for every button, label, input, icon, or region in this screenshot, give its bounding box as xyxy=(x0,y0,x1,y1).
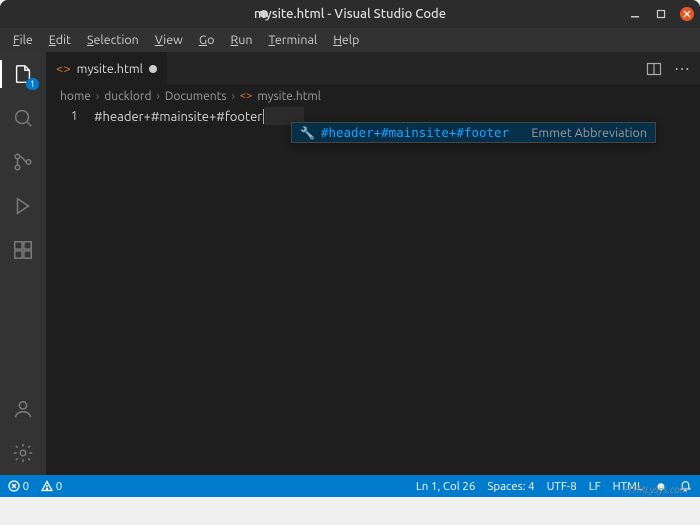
chevron-right-icon: › xyxy=(156,90,159,103)
suggestion-item[interactable]: 🔧 #header+#mainsite+#footer Emmet Abbrev… xyxy=(292,123,655,142)
menu-help[interactable]: Help xyxy=(326,31,366,49)
activity-bar: 1 xyxy=(0,52,46,475)
menu-terminal[interactable]: Terminal xyxy=(262,31,325,49)
tab-bar: <> mysite.html ⋯ xyxy=(46,52,700,85)
suggestion-widget[interactable]: 🔧 #header+#mainsite+#footer Emmet Abbrev… xyxy=(291,122,656,143)
tab-mysite[interactable]: <> mysite.html xyxy=(46,52,168,85)
menu-file[interactable]: File xyxy=(6,31,40,49)
encoding-status[interactable]: UTF-8 xyxy=(547,480,577,493)
code-text: #header+#mainsite+#footer xyxy=(94,110,262,124)
indent-status[interactable]: Spaces: 4 xyxy=(487,480,534,493)
editor-group: <> mysite.html ⋯ home › ducklord › Docum… xyxy=(46,52,700,475)
code-editor[interactable]: 1 #header+#mainsite+#footer 🔧 #header+#m… xyxy=(46,107,700,475)
suggestion-type: Emmet Abbreviation xyxy=(531,126,647,140)
status-bar: 0 0 Ln 1, Col 26 Spaces: 4 UTF-8 LF HTML… xyxy=(0,475,700,497)
settings-gear-icon[interactable] xyxy=(9,439,37,467)
title-bar[interactable]: mysite.html - Visual Studio Code xyxy=(0,0,700,28)
menu-bar: File Edit Selection View Go Run Terminal… xyxy=(0,28,700,52)
search-icon[interactable] xyxy=(9,104,37,132)
crumb-file[interactable]: mysite.html xyxy=(257,90,321,103)
chevron-right-icon: › xyxy=(96,90,99,103)
explorer-icon[interactable]: 1 xyxy=(9,60,37,88)
tab-label: mysite.html xyxy=(77,62,143,76)
maximize-button[interactable] xyxy=(654,7,668,21)
explorer-badge: 1 xyxy=(26,78,39,90)
eol-status[interactable]: LF xyxy=(589,480,601,493)
source-control-icon[interactable] xyxy=(9,148,37,176)
chevron-right-icon: › xyxy=(232,90,235,103)
more-actions-icon[interactable]: ⋯ xyxy=(674,59,690,78)
code-content[interactable]: #header+#mainsite+#footer 🔧 #header+#mai… xyxy=(94,107,264,475)
run-debug-icon[interactable] xyxy=(9,192,37,220)
window-title: mysite.html - Visual Studio Code xyxy=(254,7,446,21)
wrench-icon: 🔧 xyxy=(300,126,315,140)
crumb-user[interactable]: ducklord xyxy=(104,90,151,103)
cursor-position-status[interactable]: Ln 1, Col 26 xyxy=(416,480,475,493)
minimap[interactable] xyxy=(264,107,304,475)
menu-run[interactable]: Run xyxy=(223,31,259,49)
tab-actions: ⋯ xyxy=(636,52,700,85)
errors-status[interactable]: 0 xyxy=(8,480,29,493)
accounts-icon[interactable] xyxy=(9,395,37,423)
menu-go[interactable]: Go xyxy=(192,31,222,49)
menu-selection[interactable]: Selection xyxy=(80,31,146,49)
line-gutter: 1 xyxy=(46,107,94,475)
close-button[interactable] xyxy=(680,7,694,21)
line-number: 1 xyxy=(46,109,78,123)
vscode-window: mysite.html - Visual Studio Code File Ed… xyxy=(0,0,700,497)
tab-modified-dot-icon xyxy=(149,65,157,73)
breadcrumb[interactable]: home › ducklord › Documents › <> mysite.… xyxy=(46,85,700,107)
warnings-status[interactable]: 0 xyxy=(41,480,62,493)
html-file-icon: <> xyxy=(56,62,71,76)
suggestion-text: #header+#mainsite+#footer xyxy=(321,125,509,140)
html-file-icon: <> xyxy=(240,90,252,102)
split-editor-icon[interactable] xyxy=(646,61,662,77)
window-controls xyxy=(628,7,694,21)
minimize-button[interactable] xyxy=(628,7,642,21)
crumb-folder[interactable]: Documents xyxy=(165,90,227,103)
extensions-icon[interactable] xyxy=(9,236,37,264)
text-cursor-icon xyxy=(263,109,264,124)
crumb-home[interactable]: home xyxy=(60,90,91,103)
menu-view[interactable]: View xyxy=(148,31,190,49)
menu-edit[interactable]: Edit xyxy=(42,31,78,49)
watermark-text: HTMLysys.com xyxy=(625,484,688,495)
workbench-body: 1 xyxy=(0,52,700,475)
